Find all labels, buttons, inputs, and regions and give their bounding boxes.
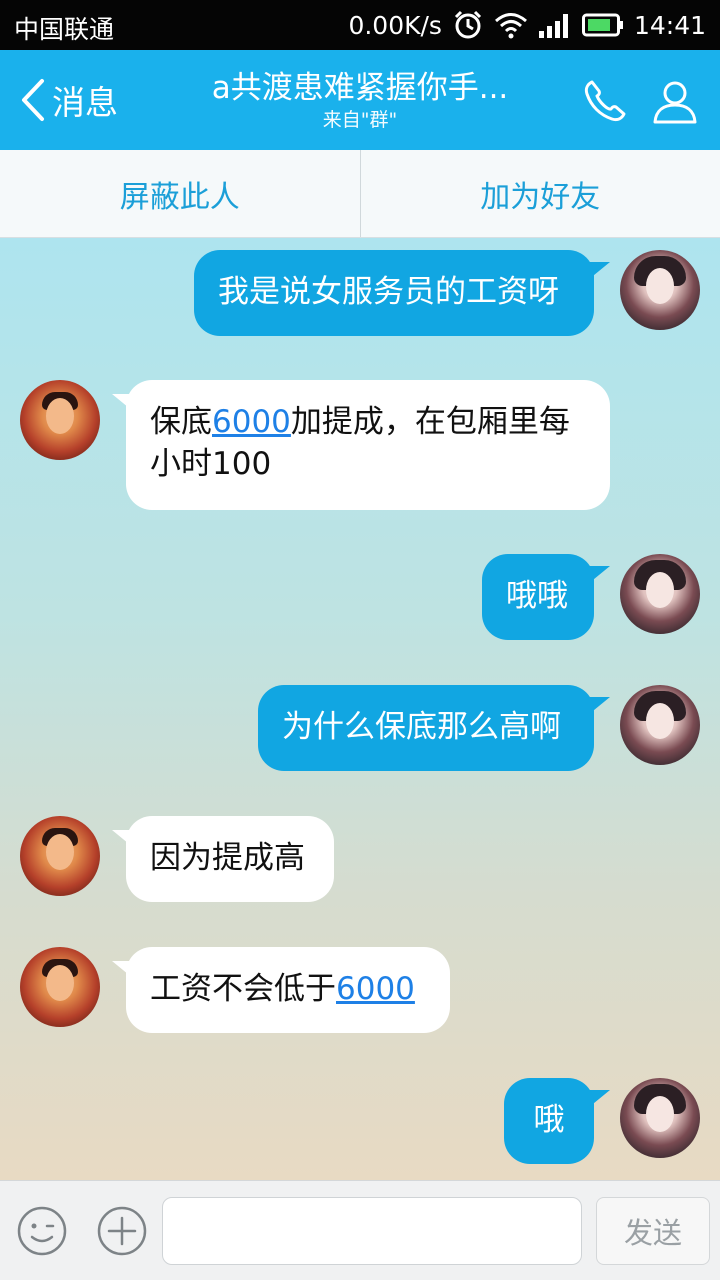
message-text: 保底 <box>150 404 212 440</box>
message-bubble[interactable]: 保底6000加提成，在包厢里每 小时100 <box>126 380 610 510</box>
emoji-icon[interactable] <box>16 1205 68 1257</box>
message-bubble[interactable]: 为什么保底那么高啊 <box>258 685 594 771</box>
message-input[interactable] <box>162 1197 582 1265</box>
message-list[interactable]: 我是说女服务员的工资呀 保底6000加提成，在包厢里每 小时100 哦哦 为什么保… <box>0 238 720 1180</box>
avatar[interactable] <box>20 816 100 896</box>
battery-icon <box>581 13 623 37</box>
status-bar: 中国联通 0.00K/s 14:41 <box>0 0 720 50</box>
avatar[interactable] <box>20 947 100 1027</box>
message-bubble[interactable]: 工资不会低于6000 <box>126 947 450 1033</box>
message-text: 加提成，在包厢里每 <box>290 404 570 440</box>
net-speed: 0.00K/s <box>348 10 442 40</box>
wifi-icon <box>494 13 527 39</box>
avatar[interactable] <box>620 1078 700 1158</box>
alarm-icon <box>454 10 482 39</box>
message-bubble[interactable]: 哦 <box>504 1078 594 1164</box>
phone-icon[interactable] <box>580 76 630 126</box>
message-bubble[interactable]: 我是说女服务员的工资呀 <box>194 250 594 336</box>
profile-icon[interactable] <box>650 76 700 126</box>
carrier-label: 中国联通 <box>14 15 115 44</box>
chat-subtitle: 来自"群" <box>322 109 398 131</box>
clock: 14:41 <box>633 10 706 40</box>
avatar[interactable] <box>20 380 100 460</box>
avatar[interactable] <box>620 250 700 330</box>
back-label: 消息 <box>52 83 118 122</box>
avatar[interactable] <box>620 554 700 634</box>
message-bubble[interactable]: 哦哦 <box>482 554 594 640</box>
chat-header: 消息 a共渡患难紧握你手... 来自"群" <box>0 50 720 150</box>
send-button[interactable]: 发送 <box>596 1197 710 1265</box>
stranger-action-bar: 屏蔽此人 加为好友 <box>0 150 720 238</box>
phone-number-link[interactable]: 6000 <box>212 404 291 440</box>
chat-title-block: a共渡患难紧握你手... 来自"群" <box>190 68 530 132</box>
chevron-left-icon <box>22 79 44 121</box>
message-bubble[interactable]: 因为提成高 <box>126 816 334 902</box>
plus-icon[interactable] <box>96 1205 148 1257</box>
input-bar: 发送 <box>0 1180 720 1280</box>
block-user-button[interactable]: 屏蔽此人 <box>0 150 360 237</box>
phone-number-link[interactable]: 6000 <box>336 971 415 1007</box>
chat-title: a共渡患难紧握你手... <box>211 70 509 106</box>
avatar[interactable] <box>620 685 700 765</box>
add-friend-button[interactable]: 加为好友 <box>361 150 720 237</box>
message-text: 小时100 <box>150 446 272 482</box>
signal-icon <box>538 14 568 38</box>
message-text: 工资不会低于 <box>150 971 336 1007</box>
back-button[interactable]: 消息 <box>18 72 118 128</box>
